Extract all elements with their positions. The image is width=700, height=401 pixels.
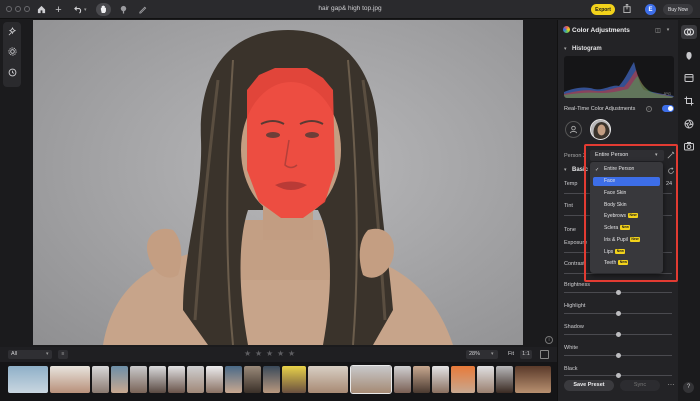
histogram-format-tag: JPG [663, 91, 671, 96]
white-slider-knob[interactable] [616, 353, 621, 358]
add-person-icon[interactable] [565, 121, 582, 138]
white-label: White [564, 345, 579, 351]
filmstrip-thumbnail[interactable] [515, 366, 551, 393]
rating-star[interactable]: ★ [277, 350, 284, 358]
annotation-highlight-box [584, 144, 678, 282]
panel-toggle-icon[interactable] [540, 350, 549, 359]
filmstrip-thumbnail[interactable] [111, 366, 128, 393]
account-avatar[interactable]: E [645, 4, 656, 15]
chevron-down-icon[interactable]: ▾ [664, 27, 672, 34]
pencil-icon[interactable] [136, 3, 149, 16]
highlight-label: Highlight [564, 303, 586, 309]
chevron-down-icon: ▾ [46, 351, 49, 357]
history-icon[interactable] [6, 68, 18, 80]
color-adjust-icon [563, 26, 570, 33]
brightness-label: Brightness [564, 282, 590, 288]
color-adjust-icon[interactable] [684, 27, 694, 37]
window-zoom-button[interactable] [24, 6, 30, 12]
face-icon[interactable] [684, 51, 694, 61]
hand-icon[interactable] [96, 3, 111, 16]
filmstrip-thumbnail[interactable] [149, 366, 166, 393]
export-button[interactable]: Export [591, 4, 615, 15]
file-title: hair gap& high top.jpg [318, 5, 382, 12]
help-icon[interactable]: ? [683, 382, 694, 393]
share-icon[interactable] [621, 3, 632, 15]
save-preset-button[interactable]: Save Preset [564, 380, 614, 391]
info-icon[interactable]: i [646, 106, 652, 112]
panel-title: Color Adjustments [572, 27, 630, 34]
one-to-one-button[interactable]: 1:1 [520, 350, 532, 359]
filmstrip-thumbnail[interactable] [50, 366, 90, 393]
shadow-slider-knob[interactable] [616, 332, 621, 337]
shadow-label: Shadow [564, 324, 584, 330]
crop-icon[interactable] [684, 96, 694, 106]
person-avatar[interactable] [590, 119, 611, 140]
filmstrip-thumbnail[interactable] [263, 366, 280, 393]
undo-menu-chevron-icon[interactable]: ▾ [84, 7, 87, 13]
histogram-title: Histogram [572, 46, 602, 52]
photo-canvas[interactable] [33, 20, 523, 345]
filmstrip-thumbnail[interactable] [187, 366, 204, 393]
collapse-chevron-icon[interactable]: ▾ [564, 46, 567, 52]
filmstrip-thumbnail[interactable] [308, 366, 348, 393]
filmstrip-thumbnail[interactable] [432, 366, 449, 393]
sync-button[interactable]: Sync [620, 380, 660, 391]
filmstrip-thumbnail-selected[interactable] [350, 365, 392, 394]
rating-star[interactable]: ★ [288, 350, 295, 358]
rating-star[interactable]: ★ [266, 350, 273, 358]
filter-options-icon[interactable]: ≡ [58, 350, 68, 359]
buy-now-button[interactable]: Buy Now [663, 4, 693, 15]
info-icon[interactable]: i [545, 336, 553, 344]
black-label: Black [564, 366, 578, 372]
filmstrip-thumbnail[interactable] [130, 366, 147, 393]
filmstrip-thumbnail[interactable] [477, 366, 494, 393]
filmstrip-thumbnail[interactable] [8, 366, 48, 393]
rating-star[interactable]: ★ [244, 350, 251, 358]
histogram: JPG [564, 56, 674, 98]
add-icon[interactable]: + [52, 3, 65, 16]
filmstrip-thumbnail[interactable] [168, 366, 185, 393]
ai-enhance-icon[interactable] [6, 26, 18, 39]
tint-label: Tint [564, 203, 573, 209]
camera-icon[interactable] [684, 141, 694, 151]
window-minimize-button[interactable] [15, 6, 21, 12]
filmstrip-thumbnail[interactable] [92, 366, 109, 393]
filmstrip-thumbnail[interactable] [496, 366, 513, 393]
mask-brush-icon[interactable] [117, 3, 130, 16]
brightness-slider-knob[interactable] [616, 290, 621, 295]
realtime-adjust-label: Real-Time Color Adjustments [564, 106, 636, 112]
compare-icon[interactable]: ◫ [654, 27, 662, 34]
rating-star[interactable]: ★ [255, 350, 262, 358]
temp-label: Temp [564, 181, 578, 187]
face-mask-overlay [247, 68, 335, 218]
portrait-photo [103, 30, 453, 345]
layers-icon[interactable] [684, 73, 694, 83]
black-slider-knob[interactable] [616, 373, 621, 378]
window-close-button[interactable] [6, 6, 12, 12]
chevron-down-icon: ▾ [491, 351, 494, 357]
filmstrip-thumbnail[interactable] [413, 366, 430, 393]
more-options-icon[interactable]: ⋯ [666, 380, 676, 391]
tone-label: Tone [564, 227, 576, 233]
filmstrip-thumbnail[interactable] [244, 366, 261, 393]
aperture-icon[interactable] [684, 119, 694, 129]
filmstrip-thumbnail[interactable] [282, 366, 306, 393]
person-label: Person 2 [564, 153, 587, 159]
toggle-knob [668, 106, 673, 111]
collapse-chevron-icon[interactable]: ▾ [564, 167, 567, 173]
filmstrip-thumbnail[interactable] [451, 366, 475, 393]
filmstrip-thumbnail[interactable] [225, 366, 242, 393]
highlight-slider-knob[interactable] [616, 311, 621, 316]
filmstrip-thumbnail[interactable] [394, 366, 411, 393]
fit-button[interactable]: Fit [505, 350, 517, 359]
filmstrip-thumbnail[interactable] [206, 366, 223, 393]
settings-icon[interactable] [6, 47, 18, 59]
home-icon[interactable] [35, 3, 48, 16]
contrast-label: Contrast [564, 261, 585, 267]
